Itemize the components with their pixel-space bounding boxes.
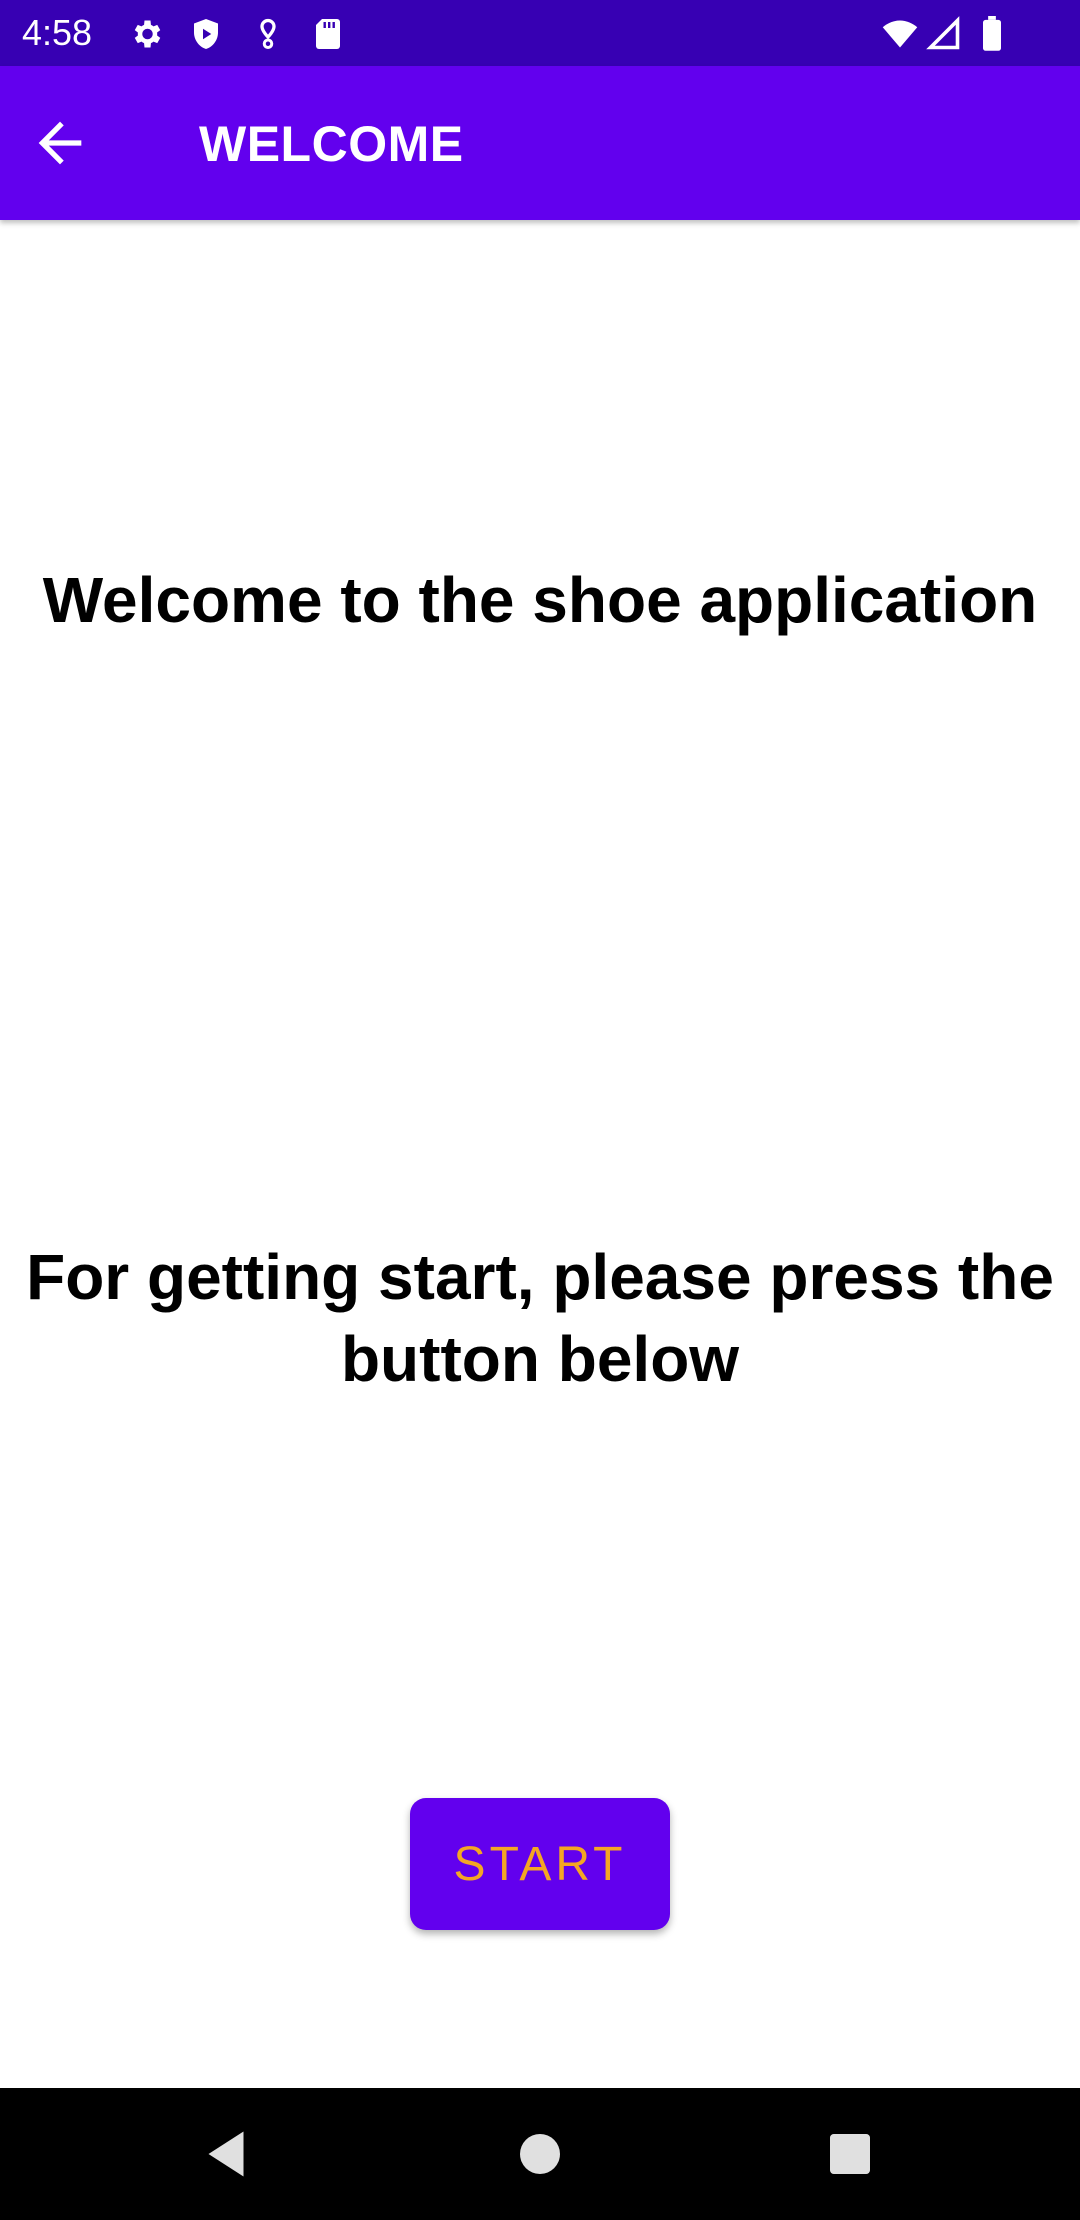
app-bar-title: WELCOME bbox=[199, 116, 464, 172]
app-bar: WELCOME bbox=[0, 66, 1080, 220]
sd-card-icon bbox=[310, 16, 346, 52]
welcome-heading: Welcome to the shoe application bbox=[42, 564, 1038, 636]
status-bar: 4:58 bbox=[0, 0, 1080, 66]
wifi-icon bbox=[880, 16, 920, 52]
shield-icon bbox=[188, 16, 224, 52]
arrow-back-icon[interactable] bbox=[28, 111, 92, 175]
home-circle-icon[interactable] bbox=[510, 2124, 570, 2184]
status-time: 4:58 bbox=[22, 12, 93, 53]
start-button[interactable]: START bbox=[410, 1798, 670, 1930]
cell-signal-icon bbox=[926, 16, 962, 52]
location-pin-icon bbox=[250, 16, 286, 52]
recents-square-icon[interactable] bbox=[820, 2124, 880, 2184]
instruction-text: For getting start, please press the butt… bbox=[26, 1241, 1054, 1395]
app-screen: 4:58 WELCOME Welcome to the shoe applica… bbox=[0, 0, 1080, 2220]
back-triangle-icon[interactable] bbox=[196, 2124, 256, 2184]
battery-icon bbox=[978, 16, 1006, 52]
gear-icon bbox=[128, 16, 164, 52]
navigation-bar bbox=[0, 2088, 1080, 2220]
